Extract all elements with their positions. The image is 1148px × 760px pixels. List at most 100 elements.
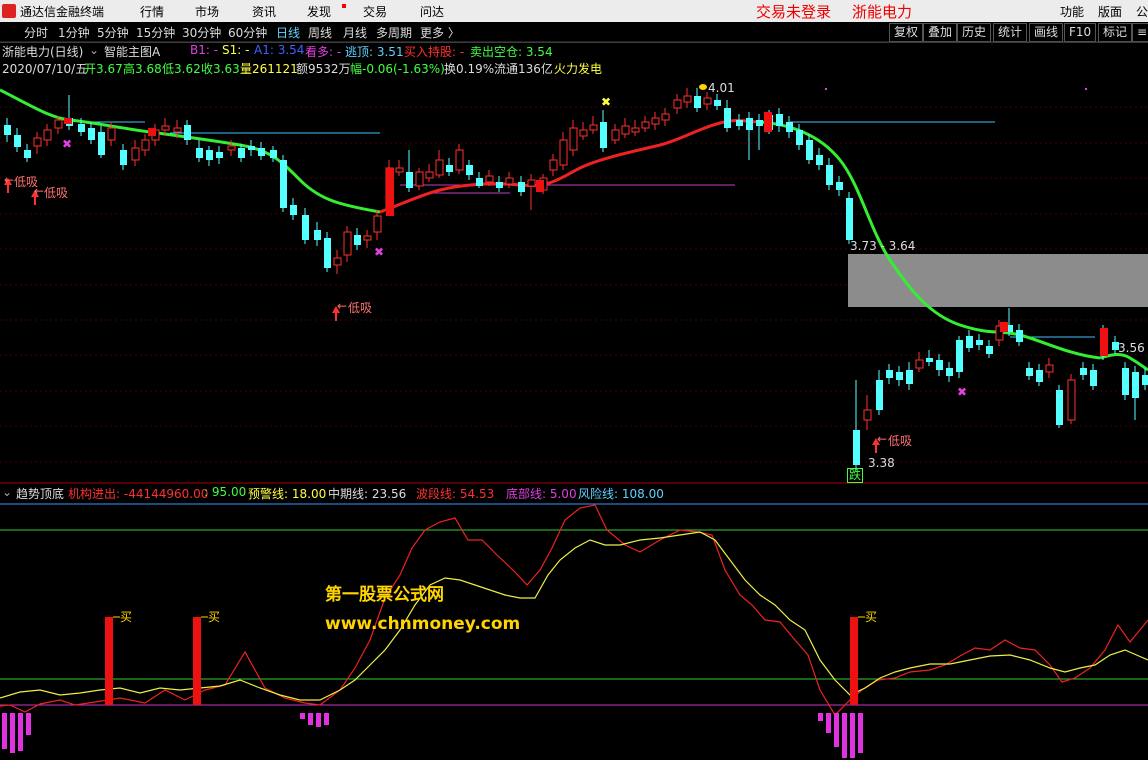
menu-faxian[interactable]: 发现	[307, 3, 331, 20]
candle-body	[863, 409, 872, 421]
menu-hangqing[interactable]: 行情	[140, 3, 164, 20]
candle-body	[184, 125, 191, 140]
candle-body	[14, 135, 21, 147]
dixi-label-2: 低吸	[44, 186, 69, 200]
candle-body	[976, 340, 983, 345]
biaoji-button[interactable]: 标记	[1098, 23, 1133, 42]
candle-body	[539, 177, 548, 191]
period-more[interactable]: 更多 〉	[420, 24, 460, 41]
menu-jiaoyi[interactable]: 交易	[363, 3, 387, 20]
indicator-dropdown-icon[interactable]: ⌄	[89, 43, 99, 57]
candle-body	[24, 150, 31, 158]
candle-body	[569, 127, 578, 151]
candle-body	[406, 172, 413, 188]
candle-body	[343, 231, 352, 256]
menu-banmian[interactable]: 版面	[1098, 3, 1122, 20]
period-60min[interactable]: 60分钟	[228, 24, 267, 41]
candle-body	[641, 121, 650, 129]
trend-line-green-2	[759, 120, 1101, 360]
candle-body	[703, 97, 712, 105]
candle-body	[415, 171, 424, 187]
candle-body	[196, 148, 203, 158]
f10-button[interactable]: F10	[1064, 23, 1097, 42]
candle-body	[1100, 330, 1107, 356]
yujing-oscillator-line	[0, 531, 1148, 701]
candle-body	[425, 171, 434, 179]
candle-body	[496, 182, 503, 188]
candle-body	[1036, 370, 1043, 382]
candlestick-group	[4, 88, 1148, 470]
period-daily[interactable]: 日线	[276, 24, 300, 41]
candle-body	[1122, 368, 1129, 395]
candle-body	[1026, 368, 1033, 376]
s1-value: S1: -	[222, 43, 250, 57]
candle-body	[796, 130, 803, 145]
menu-shichang[interactable]: 市场	[195, 3, 219, 20]
kanduo-value: 看多: -	[305, 45, 342, 59]
boduan-value: 波段线: 54.53	[416, 487, 495, 501]
lishi-button[interactable]: 历史	[957, 23, 992, 42]
sub-indicator-name[interactable]: 趋势顶底	[16, 485, 64, 502]
quote-date: 2020/07/10/五	[2, 62, 88, 76]
candle-body	[906, 370, 913, 384]
period-weekly[interactable]: 周线	[308, 24, 332, 41]
chart-canvas[interactable]: ✖ ✖ ✖ ✖	[0, 0, 1148, 760]
period-multi[interactable]: 多周期	[376, 24, 412, 41]
candle-body	[227, 145, 236, 151]
fengxian-value: 风险线: 108.00	[578, 487, 664, 501]
candle-body	[694, 96, 701, 108]
menu-zixun[interactable]: 资讯	[252, 3, 276, 20]
candle-body	[846, 198, 853, 240]
candle-body	[936, 360, 943, 370]
candle-body	[66, 118, 73, 126]
tongji-button[interactable]: 统计	[993, 23, 1028, 42]
sub-dropdown-icon[interactable]: ⌄	[2, 485, 12, 499]
main-grid	[0, 106, 1148, 463]
price-label-373: 3.73 - 3.64	[850, 239, 916, 253]
price-label-356: 3.56	[1118, 341, 1145, 355]
period-30min[interactable]: 30分钟	[182, 24, 221, 41]
quote-float: 流通136亿	[494, 62, 553, 76]
quote-turnover: 换0.19%	[444, 62, 495, 76]
candle-body	[270, 150, 277, 158]
dixi-arrow-left-icon-4: ←	[877, 432, 888, 446]
menu-gong[interactable]: 公	[1136, 3, 1148, 20]
candle-body	[956, 340, 963, 372]
yellow-dot-marker	[699, 84, 707, 90]
period-1min[interactable]: 1分钟	[58, 24, 90, 41]
period-5min[interactable]: 5分钟	[97, 24, 129, 41]
price-label-401: 4.01	[708, 81, 735, 95]
indicator-name[interactable]: 智能主图A	[104, 43, 160, 60]
candle-body	[98, 132, 105, 155]
dixi-arrow-left-icon-3: ←	[337, 299, 348, 313]
buy-label-1: 买	[120, 610, 133, 624]
candle-body	[836, 182, 843, 190]
candle-body	[1016, 330, 1023, 342]
menu-wenda[interactable]: 问达	[420, 3, 444, 20]
menu-icon[interactable]: ≡	[1132, 23, 1148, 42]
candle-body	[33, 137, 42, 147]
trade-login-status[interactable]: 交易未登录	[756, 1, 831, 22]
pink-dot-1	[825, 88, 827, 90]
candle-body	[373, 215, 382, 233]
current-stock-name: 浙能电力	[852, 3, 913, 21]
period-15min[interactable]: 15分钟	[136, 24, 175, 41]
candle-body	[966, 336, 973, 348]
solid-red-candle	[764, 112, 772, 132]
buy-bar-2	[193, 617, 201, 705]
candle-body	[435, 159, 444, 176]
candle-body	[683, 95, 692, 103]
candle-body	[1006, 325, 1013, 332]
solid-red-candle	[64, 118, 72, 124]
candle-body	[206, 150, 213, 160]
yujing-value: 预警线: 18.00	[248, 487, 327, 501]
period-fenshi[interactable]: 分时	[24, 24, 48, 41]
diejia-button[interactable]: 叠加	[923, 23, 958, 42]
candle-body	[120, 150, 127, 165]
huaxian-button[interactable]: 画线	[1029, 23, 1064, 42]
candle-body	[280, 160, 287, 208]
fuquan-button[interactable]: 复权	[889, 23, 924, 42]
period-monthly[interactable]: 月线	[343, 24, 367, 41]
menu-gongneng[interactable]: 功能	[1060, 3, 1084, 20]
notification-dot	[342, 4, 346, 8]
